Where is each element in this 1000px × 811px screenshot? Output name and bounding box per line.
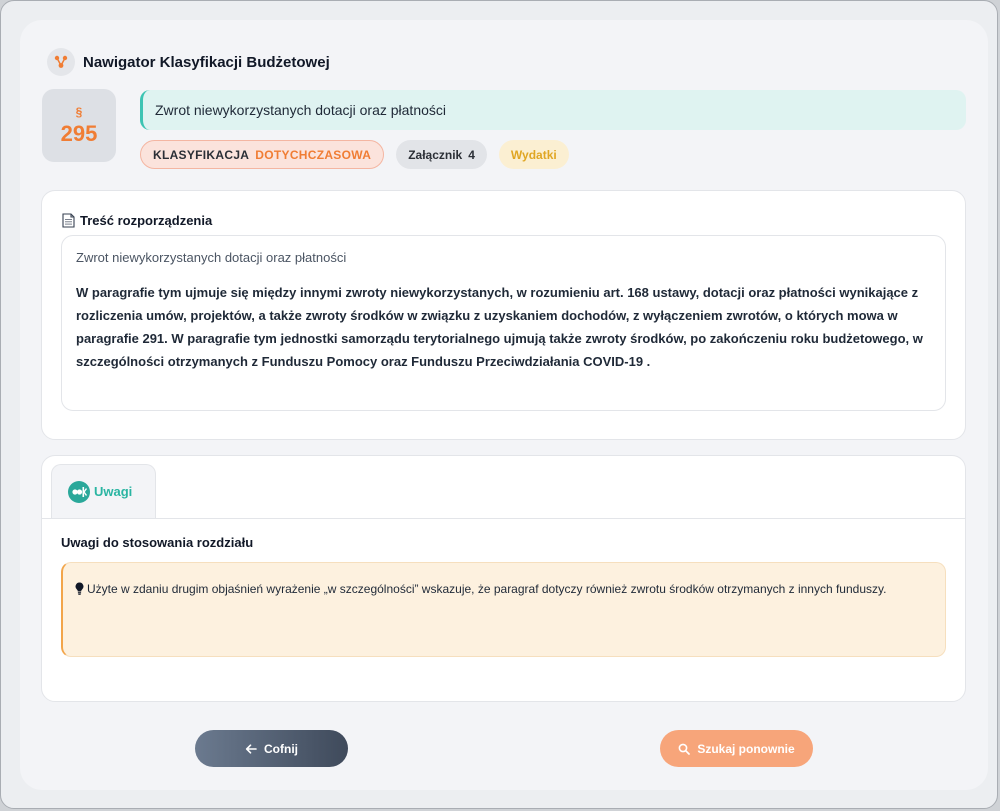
regulation-section-title: Treść rozporządzenia: [62, 213, 212, 228]
type-label: Wydatki: [510, 147, 557, 162]
document-icon: [62, 213, 75, 228]
back-button[interactable]: Cofnij: [195, 730, 348, 767]
paragraph-code-box: § 295: [42, 89, 116, 162]
tab-uwagi[interactable]: Uwagi: [51, 464, 156, 518]
classification-label: KLASYFIKACJA: [153, 147, 250, 162]
notes-card: Uwagi Uwagi do stosowania rozdziału Użyt…: [41, 455, 966, 702]
classification-badge: KLASYFIKACJA DOTYCHCZASOWA: [140, 140, 385, 169]
regulation-subtitle: Zwrot niewykorzystanych dotacji oraz pła…: [76, 250, 347, 265]
paragraph-number: 295: [60, 120, 98, 146]
arrow-left-icon: [245, 743, 257, 754]
search-icon: [678, 743, 691, 755]
uwagi-logo-icon: [68, 480, 90, 503]
item-title: Zwrot niewykorzystanych dotacji oraz pła…: [140, 90, 966, 130]
attachment-label: Załącznik: [408, 147, 463, 162]
search-again-button[interactable]: Szukaj ponownie: [660, 730, 813, 767]
search-again-label: Szukaj ponownie: [697, 741, 795, 756]
lightbulb-icon: [75, 582, 84, 595]
notes-title: Uwagi do stosowania rozdziału: [61, 535, 254, 550]
regulation-text-box: Zwrot niewykorzystanych dotacji oraz pła…: [61, 235, 946, 411]
main-panel: Nawigator Klasyfikacji Budżetowej § 295 …: [20, 20, 988, 790]
app-title: Nawigator Klasyfikacji Budżetowej: [83, 53, 330, 71]
type-badge: Wydatki: [498, 140, 569, 169]
window-frame: Nawigator Klasyfikacji Budżetowej § 295 …: [0, 0, 998, 809]
regulation-card: Treść rozporządzenia Zwrot niewykorzysta…: [41, 190, 966, 440]
attachment-badge: Załącznik 4: [396, 140, 487, 169]
badge-row: KLASYFIKACJA DOTYCHCZASOWA Załącznik 4 W…: [140, 140, 581, 169]
regulation-body: W paragrafie tym ujmuje się między innym…: [76, 285, 923, 369]
note-box: Użyte w zdaniu drugim objaśnień wyrażeni…: [61, 562, 946, 657]
network-icon: [47, 48, 75, 76]
attachment-value: 4: [468, 147, 475, 162]
note-text: Użyte w zdaniu drugim objaśnień wyrażeni…: [87, 582, 887, 596]
regulation-section-label: Treść rozporządzenia: [80, 213, 213, 228]
back-button-label: Cofnij: [264, 741, 298, 756]
paragraph-symbol: §: [75, 104, 83, 119]
tab-uwagi-label: Uwagi: [94, 484, 133, 499]
notes-tab-bar: Uwagi: [42, 456, 965, 519]
app-header: Nawigator Klasyfikacji Budżetowej: [47, 48, 330, 76]
classification-value: DOTYCHCZASOWA: [255, 147, 372, 162]
